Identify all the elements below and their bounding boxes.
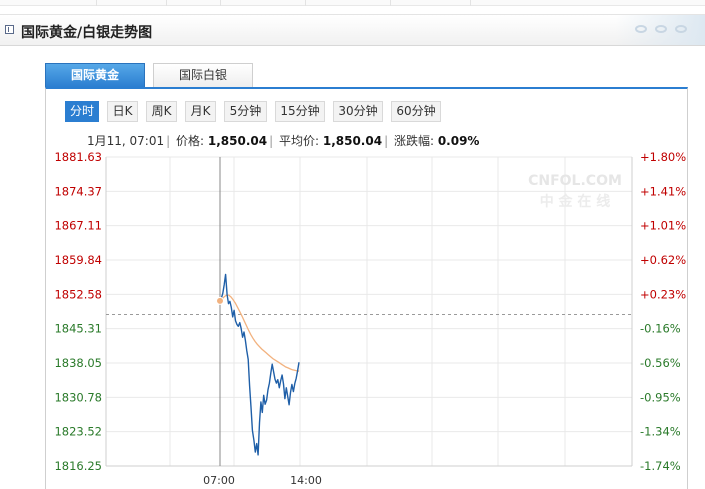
y-tick-label: 1845.31	[54, 322, 102, 336]
y-tick-label: 1874.37	[54, 184, 102, 198]
right-tick-label: +1.01%	[640, 219, 686, 233]
right-tick-label: -1.74%	[640, 459, 681, 473]
right-tick-label: +0.23%	[640, 287, 686, 301]
y-tick-label: 1823.52	[54, 425, 102, 439]
right-tick-label: +0.62%	[640, 253, 686, 267]
y-tick-label: 1838.05	[54, 356, 102, 370]
y-tick-label: 1816.25	[54, 459, 102, 473]
series-avg-line	[219, 294, 300, 372]
x-axis-labels: 07:00 14:00	[203, 474, 322, 487]
right-tick-label: +1.80%	[640, 150, 686, 164]
right-tick-label: -0.16%	[640, 322, 681, 336]
x-tick-label: 07:00	[203, 474, 235, 487]
y-tick-label: 1852.58	[54, 287, 102, 301]
intraday-chart: CNFOL.COM 中 金 在 线 1881.631874.371867.111…	[54, 150, 686, 487]
y-tick-label: 1830.78	[54, 390, 102, 404]
watermark-cn: 中 金 在 线	[540, 193, 611, 210]
series-price-line	[219, 273, 300, 456]
right-tick-label: -0.95%	[640, 390, 681, 404]
right-tick-label: +1.41%	[640, 184, 686, 198]
right-tick-label: -1.34%	[640, 425, 681, 439]
y-axis-labels: 1881.63 1874.37 1867.11 1859.84 1852.58 1845.…	[54, 150, 102, 473]
x-tick-label: 14:00	[290, 474, 322, 487]
watermark-brand: CNFOL.COM	[528, 173, 622, 189]
crosshair-dot	[216, 296, 224, 305]
y-tick-label: 1881.63	[54, 150, 102, 164]
right-axis-labels: +1.80% +1.41% +1.01% +0.62% +0.23% -0.16% -0.5…	[640, 150, 686, 473]
y-tick-label: 1867.11	[54, 219, 102, 233]
y-tick-label: 1859.84	[54, 253, 102, 267]
right-tick-label: -0.56%	[640, 356, 681, 370]
